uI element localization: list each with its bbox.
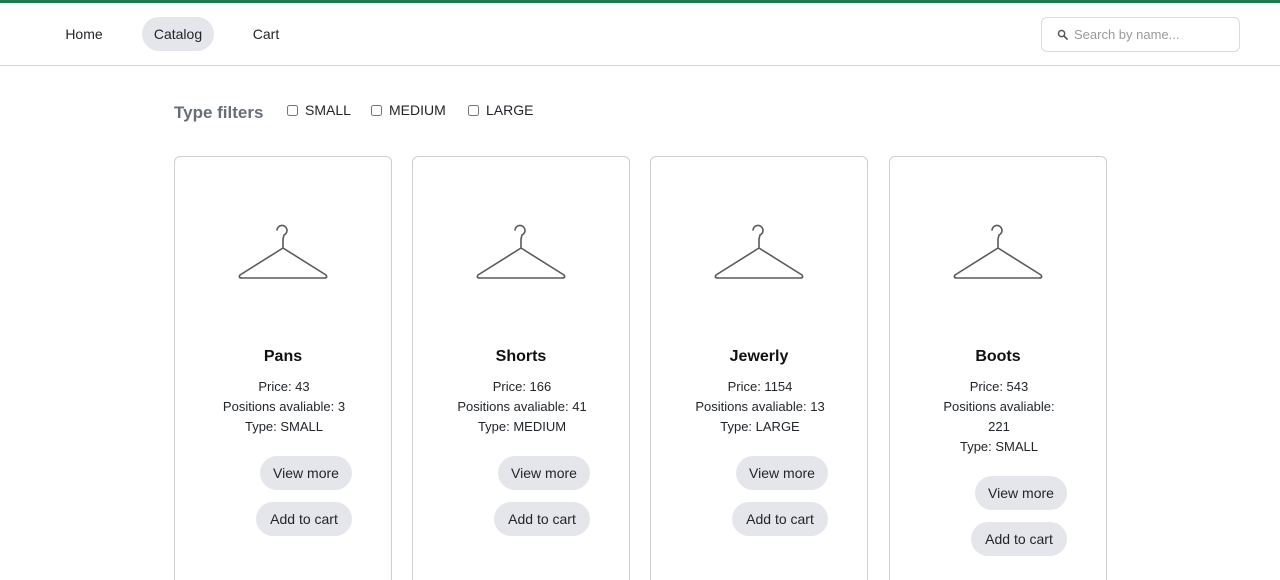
add-to-cart-button[interactable]: Add to cart	[494, 502, 590, 536]
product-positions: Positions avaliable: 41	[457, 399, 587, 414]
search-box[interactable]	[1041, 17, 1240, 52]
product-positions: Positions avaliable: 13	[695, 399, 825, 414]
product-positions: Positions avaliable: 221	[943, 399, 1055, 434]
filter-small-checkbox[interactable]	[287, 104, 298, 116]
product-info: Price: 1154 Positions avaliable: 13 Type…	[685, 377, 835, 437]
filter-medium-checkbox[interactable]	[371, 104, 382, 116]
filter-large[interactable]: LARGE	[468, 102, 533, 118]
add-to-cart-button[interactable]: Add to cart	[256, 502, 352, 536]
product-name: Boots	[975, 348, 1021, 365]
filter-large-label: LARGE	[486, 102, 534, 118]
product-info: Price: 543 Positions avaliable: 221 Type…	[934, 377, 1064, 457]
search-input[interactable]	[1074, 19, 1234, 50]
view-more-button[interactable]: View more	[975, 476, 1067, 510]
add-to-cart-button[interactable]: Add to cart	[732, 502, 828, 536]
nav-home-link[interactable]: Home	[54, 17, 114, 51]
view-more-button[interactable]: View more	[498, 456, 590, 490]
hanger-icon	[953, 224, 1043, 279]
add-to-cart-button[interactable]: Add to cart	[971, 522, 1067, 556]
product-card: Pans Price: 43 Positions avaliable: 3 Ty…	[174, 156, 392, 580]
filter-small-label: SMALL	[305, 102, 351, 118]
filter-medium[interactable]: MEDIUM	[371, 102, 446, 118]
product-type: Type: LARGE	[720, 419, 800, 434]
product-name: Shorts	[495, 348, 547, 365]
filters-title: Type filters	[174, 103, 264, 122]
product-name: Jewerly	[729, 348, 789, 365]
product-info: Price: 43 Positions avaliable: 3 Type: S…	[215, 377, 353, 437]
product-card: Jewerly Price: 1154 Positions avaliable:…	[650, 156, 868, 580]
hanger-icon	[714, 224, 804, 279]
filter-large-checkbox[interactable]	[468, 104, 479, 116]
product-price: Price: 1154	[727, 379, 793, 394]
product-info: Price: 166 Positions avaliable: 41 Type:…	[447, 377, 597, 437]
hanger-icon	[238, 224, 328, 279]
product-card: Shorts Price: 166 Positions avaliable: 4…	[412, 156, 630, 580]
product-positions: Positions avaliable: 3	[222, 399, 346, 414]
product-card: Boots Price: 543 Positions avaliable: 22…	[889, 156, 1107, 580]
filter-small[interactable]: SMALL	[287, 102, 351, 118]
product-name: Pans	[263, 348, 303, 365]
hanger-icon	[476, 224, 566, 279]
view-more-button[interactable]: View more	[260, 456, 352, 490]
product-price: Price: 543	[969, 379, 1029, 394]
view-more-button[interactable]: View more	[736, 456, 828, 490]
search-icon	[1057, 29, 1068, 40]
nav-catalog-link[interactable]: Catalog	[142, 17, 214, 51]
product-price: Price: 43	[258, 379, 310, 394]
product-type: Type: MEDIUM	[477, 419, 567, 434]
product-type: Type: SMALL	[959, 439, 1039, 454]
navbar: Home Catalog Cart	[0, 3, 1280, 66]
product-price: Price: 166	[492, 379, 552, 394]
filter-medium-label: MEDIUM	[389, 102, 446, 118]
nav-cart-link[interactable]: Cart	[236, 17, 296, 51]
product-type: Type: SMALL	[244, 419, 324, 434]
